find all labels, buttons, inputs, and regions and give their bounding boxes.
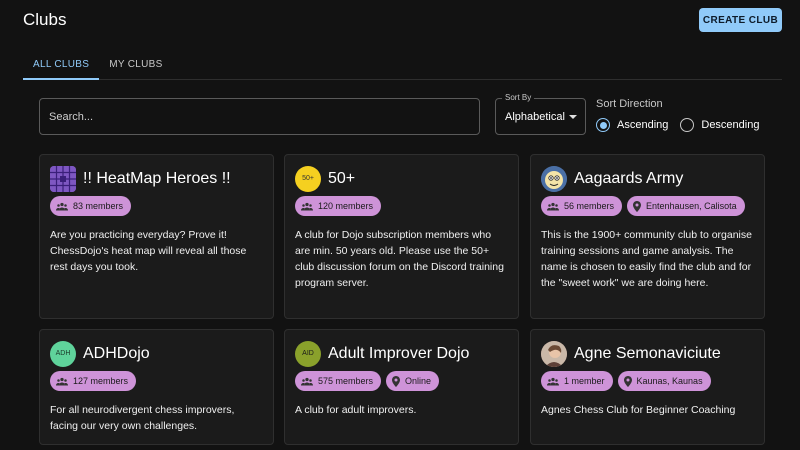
members-chip[interactable]: 83 members	[50, 196, 132, 216]
club-description: Are you practicing everyday? Prove it! C…	[50, 229, 247, 273]
club-avatar: 50+	[295, 165, 321, 192]
search-input[interactable]	[49, 110, 470, 123]
location-chip[interactable]: Kaunas, Kaunas	[617, 371, 711, 391]
heatmap-icon	[50, 165, 76, 192]
location-pin-icon	[633, 200, 642, 212]
radio-unchecked-icon	[680, 118, 695, 132]
location-pin-icon	[623, 375, 632, 387]
club-description: This is the 1900+ community club to orga…	[541, 229, 752, 289]
tab-my-clubs[interactable]: MY CLUBS	[99, 50, 172, 79]
sort-by-value: Alphabetical	[505, 110, 565, 123]
club-card-aagaards-army[interactable]: Aagaards Army 56 members Entenhausen, Ca…	[530, 154, 765, 319]
location-chip[interactable]: Online	[386, 371, 440, 391]
members-count: 120 members	[318, 201, 374, 211]
club-name: !! HeatMap Heroes !!	[83, 169, 231, 187]
members-chip[interactable]: 56 members	[541, 196, 623, 216]
sort-by-select[interactable]: Sort By Alphabetical	[495, 93, 586, 135]
club-chips: 120 members	[295, 196, 508, 216]
location-text: Entenhausen, Calisota	[646, 201, 737, 211]
members-count: 83 members	[73, 201, 124, 211]
club-chips: 575 members Online	[295, 371, 508, 391]
members-count: 575 members	[318, 376, 374, 386]
club-avatar: ADH	[50, 340, 76, 367]
location-pin-icon	[392, 375, 401, 387]
club-chips: 1 member Kaunas, Kaunas	[541, 371, 754, 391]
tab-bar: ALL CLUBS MY CLUBS	[23, 50, 782, 80]
search-field[interactable]	[39, 98, 480, 135]
members-count: 127 members	[73, 376, 129, 386]
club-description: For all neurodivergent chess improvers, …	[50, 404, 235, 432]
club-description: A club for Dojo subscription members who…	[295, 229, 504, 289]
club-avatar: AID	[295, 340, 321, 367]
members-count: 1 member	[564, 376, 605, 386]
cartoon-icon	[541, 165, 567, 192]
club-card-50-plus[interactable]: 50+ 50+ 120 members A club for Dojo subs…	[284, 154, 519, 319]
sort-direction-group: Ascending Descending	[596, 118, 759, 132]
location-chip[interactable]: Entenhausen, Calisota	[627, 196, 745, 216]
radio-descending[interactable]: Descending	[680, 118, 759, 132]
group-icon	[547, 377, 559, 385]
create-club-button[interactable]: CREATE CLUB	[699, 8, 782, 32]
club-chips: 83 members	[50, 196, 263, 216]
club-card-heatmap-heroes[interactable]: !! HeatMap Heroes !! 83 members Are you …	[39, 154, 274, 319]
club-description: A club for adult improvers.	[295, 404, 417, 416]
group-icon	[301, 202, 313, 210]
sort-by-label: Sort By	[502, 93, 535, 102]
caret-down-icon	[569, 115, 577, 119]
club-name: ADHDojo	[83, 344, 150, 362]
group-icon	[56, 377, 68, 385]
club-card-header: Aagaards Army	[541, 165, 754, 192]
group-icon	[301, 377, 313, 385]
club-chips: 56 members Entenhausen, Calisota	[541, 196, 754, 216]
members-chip[interactable]: 1 member	[541, 371, 613, 391]
club-card-adult-improver-dojo[interactable]: AID Adult Improver Dojo 575 members Onli…	[284, 329, 519, 445]
sort-direction-title: Sort Direction	[596, 98, 663, 110]
club-description: Agnes Chess Club for Beginner Coaching	[541, 404, 736, 416]
club-card-adhdojo[interactable]: ADH ADHDojo 127 members For all neurodiv…	[39, 329, 274, 445]
club-card-header: ADH ADHDojo	[50, 340, 263, 367]
location-text: Online	[405, 376, 432, 386]
radio-ascending[interactable]: Ascending	[596, 118, 668, 132]
club-name: 50+	[328, 169, 356, 187]
club-card-header: AID Adult Improver Dojo	[295, 340, 508, 367]
location-text: Kaunas, Kaunas	[636, 376, 703, 386]
club-name: Agne Semonaviciute	[574, 344, 721, 362]
club-card-header: Agne Semonaviciute	[541, 340, 754, 367]
tab-all-clubs[interactable]: ALL CLUBS	[23, 50, 100, 80]
members-chip[interactable]: 127 members	[50, 371, 137, 391]
club-chips: 127 members	[50, 371, 263, 391]
members-chip[interactable]: 575 members	[295, 371, 382, 391]
radio-checked-icon	[596, 118, 610, 132]
club-card-header: !! HeatMap Heroes !!	[50, 165, 263, 192]
radio-descending-label: Descending	[701, 119, 760, 131]
club-name: Aagaards Army	[574, 169, 684, 187]
club-name: Adult Improver Dojo	[328, 344, 470, 362]
radio-ascending-label: Ascending	[617, 119, 669, 131]
group-icon	[56, 202, 68, 210]
club-card-header: 50+ 50+	[295, 165, 508, 192]
group-icon	[547, 202, 559, 210]
page-title: Clubs	[23, 10, 67, 29]
club-card-agne-semonaviciute[interactable]: Agne Semonaviciute 1 member Kaunas, Kaun…	[530, 329, 765, 445]
members-count: 56 members	[564, 201, 615, 211]
photo-icon	[541, 340, 567, 367]
members-chip[interactable]: 120 members	[295, 196, 382, 216]
